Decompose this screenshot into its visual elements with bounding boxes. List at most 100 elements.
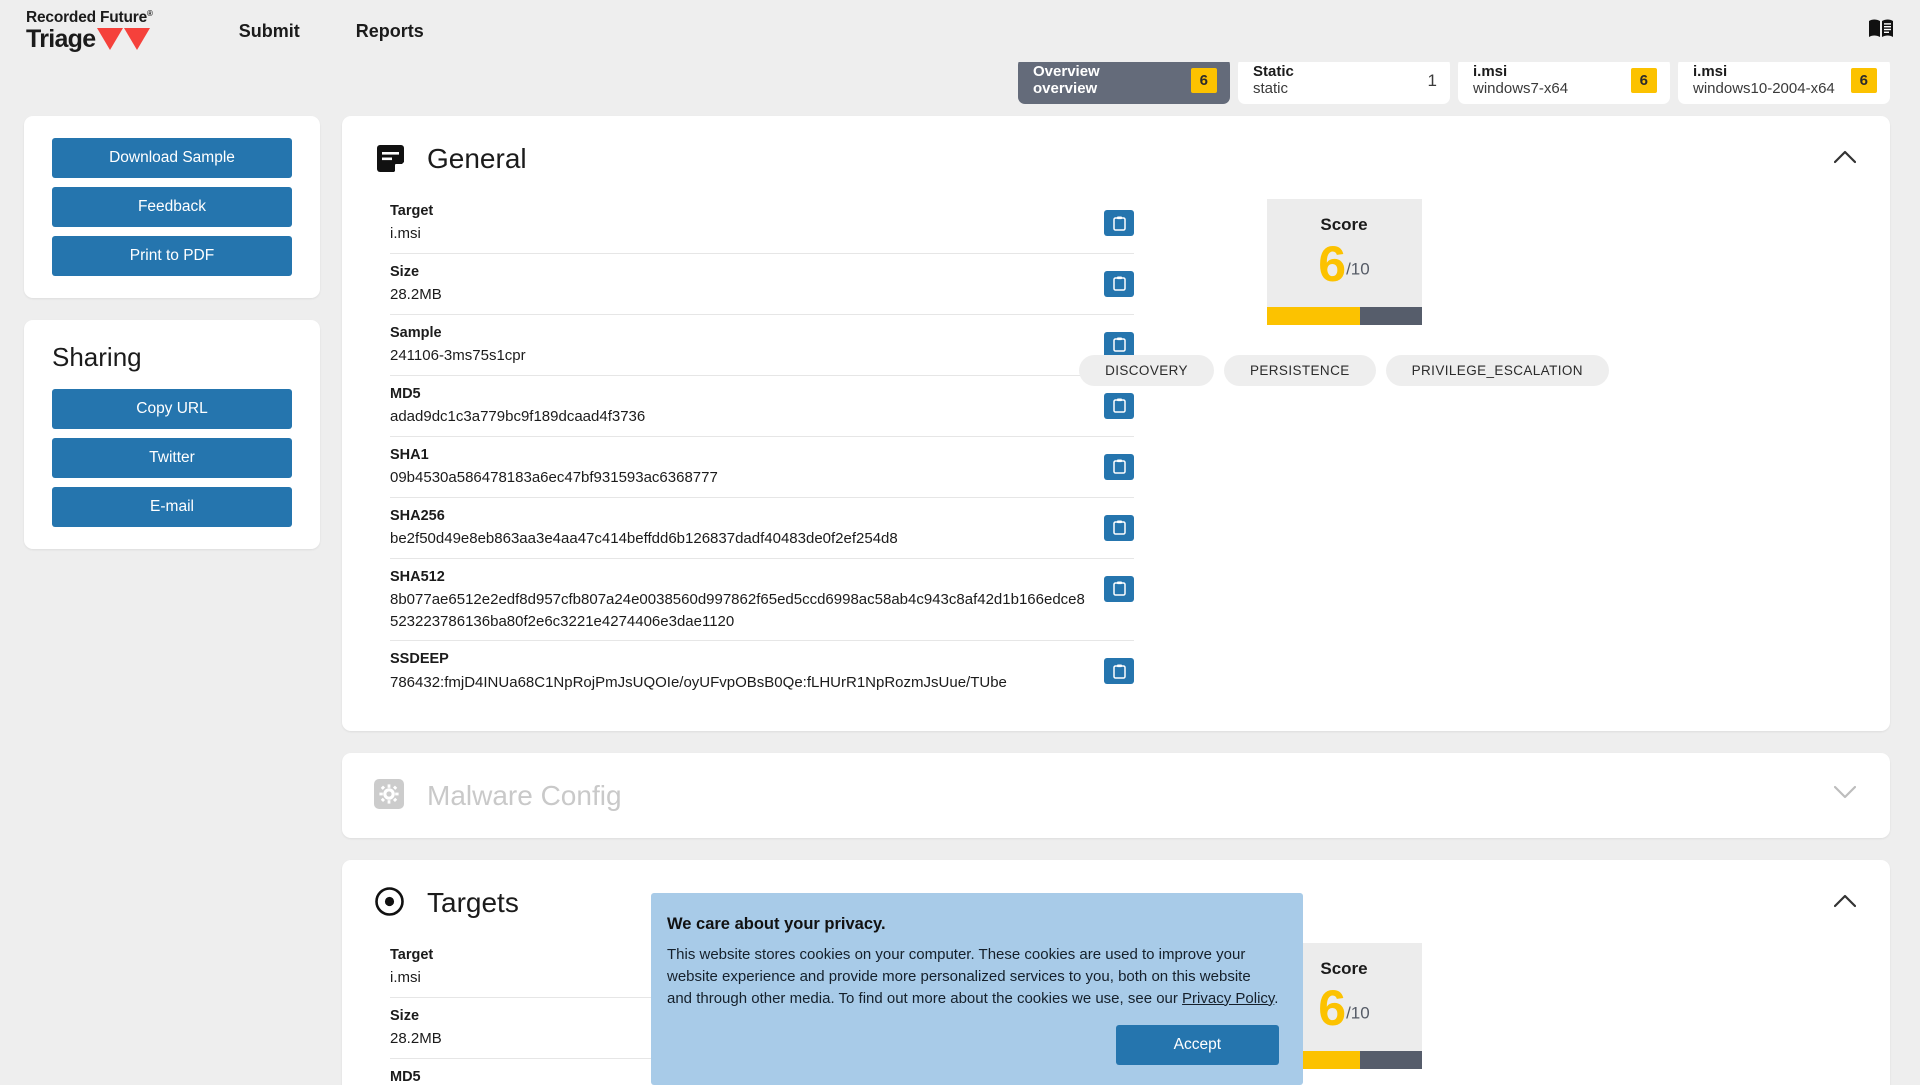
- cookie-text-after: .: [1274, 989, 1279, 1007]
- section-malware-config-title: Malware Config: [427, 779, 622, 811]
- tab-windows10-2004-x64[interactable]: i.msi windows10-2004-x64 6: [1678, 58, 1890, 104]
- privacy-policy-link[interactable]: Privacy Policy: [1182, 990, 1274, 1007]
- tab-windows10-subtitle: windows10-2004-x64: [1693, 79, 1835, 97]
- tab-overview-badge: 6: [1190, 68, 1217, 93]
- copy-target-button[interactable]: [1104, 210, 1134, 236]
- section-malware-config-expand-chevron-down-icon[interactable]: [1834, 785, 1856, 805]
- targets-score-bar-rest: [1359, 1051, 1422, 1070]
- copy-sample-button[interactable]: [1104, 331, 1134, 358]
- print-to-pdf-button[interactable]: Print to PDF: [52, 236, 292, 276]
- field-target: Target i.msi: [390, 193, 1134, 254]
- registered-mark: ®: [147, 8, 153, 18]
- score-value: 6: [1318, 236, 1347, 292]
- tab-windows7-title: i.msi: [1473, 62, 1508, 80]
- field-sha1-value: 09b4530a586478183a6ec47bf931593ac6368777: [390, 468, 718, 486]
- tab-static[interactable]: Static static 1: [1238, 58, 1450, 104]
- tab-windows10-title: i.msi: [1693, 62, 1728, 80]
- note-icon: [374, 142, 407, 175]
- cookie-text-before: This website stores cookies on your comp…: [667, 946, 1251, 1007]
- targets-field-size-label: Size: [390, 1008, 420, 1025]
- tag-persistence[interactable]: PERSISTENCE: [1223, 355, 1376, 386]
- tab-static-title: Static: [1253, 62, 1294, 80]
- tab-static-count: 1: [1427, 70, 1437, 90]
- tag-discovery[interactable]: DISCOVERY: [1079, 355, 1214, 386]
- field-sha512-label: SHA512: [390, 568, 445, 585]
- section-targets-title: Targets: [427, 886, 519, 918]
- field-md5: MD5 adad9dc1c3a779bc9f189dcaad4f3736: [390, 376, 1134, 437]
- sidebar-actions-card: Download Sample Feedback Print to PDF: [24, 116, 320, 298]
- field-sha256: SHA256 be2f50d49e8eb863aa3e4aa47c414beff…: [390, 498, 1134, 559]
- nav-link-reports[interactable]: Reports: [356, 21, 424, 42]
- target-icon: [374, 886, 407, 919]
- tab-overview[interactable]: Overview overview 6: [1018, 58, 1230, 104]
- field-ssdeep: SSDEEP 786432:fmjD4INUa68C1NpRojPmJsUQOI…: [390, 641, 1134, 701]
- targets-field-target-value: i.msi: [390, 969, 421, 987]
- targets-field-target-label: Target: [390, 947, 434, 964]
- tab-windows7-badge: 6: [1630, 68, 1657, 93]
- book-icon[interactable]: [1868, 18, 1894, 43]
- field-md5-value: adad9dc1c3a779bc9f189dcaad4f3736: [390, 408, 646, 425]
- section-targets-collapse-chevron-up-icon[interactable]: [1834, 894, 1856, 914]
- tab-static-subtitle: static: [1253, 79, 1289, 97]
- general-score-column: Score 6/10 DISCOVERY PERSISTENCE PRIVILE…: [1079, 193, 1609, 386]
- analysis-tabs: Overview overview 6 Static static 1 i.ms…: [0, 58, 1920, 104]
- nav-link-submit[interactable]: Submit: [239, 21, 300, 42]
- feedback-button[interactable]: Feedback: [52, 187, 292, 227]
- download-sample-button[interactable]: Download Sample: [52, 138, 292, 178]
- section-general-collapse-chevron-up-icon[interactable]: [1834, 150, 1856, 170]
- tab-windows7-subtitle: windows7-x64: [1473, 79, 1569, 97]
- tag-privilege-escalation[interactable]: PRIVILEGE_ESCALATION: [1385, 355, 1609, 386]
- twitter-button[interactable]: Twitter: [52, 438, 292, 478]
- logo-triangle-icon-2: [124, 28, 151, 51]
- tab-windows7-x64[interactable]: i.msi windows7-x64 6: [1458, 58, 1670, 104]
- field-size-label: Size: [390, 263, 420, 280]
- score-bar-fill: [1266, 307, 1360, 325]
- logo-triangle-icon: [97, 28, 124, 51]
- sharing-title: Sharing: [52, 342, 142, 372]
- field-size-value: 28.2MB: [390, 286, 442, 304]
- field-sha512-value: 8b077ae6512e2edf8d957cfb807a24e0038560d9…: [390, 590, 1085, 630]
- score-denominator: /10: [1346, 259, 1370, 279]
- cookie-consent-banner: We care about your privacy. This website…: [651, 893, 1303, 1085]
- score-bar: [1266, 307, 1422, 325]
- section-general-title: General: [427, 142, 527, 174]
- targets-score-denominator: /10: [1346, 1003, 1370, 1023]
- score-box: Score 6/10: [1266, 199, 1422, 325]
- field-sample-label: Sample: [390, 324, 442, 341]
- targets-score-value: 6: [1318, 980, 1347, 1037]
- field-size: Size 28.2MB: [390, 254, 1134, 315]
- section-malware-config[interactable]: Malware Config: [342, 753, 1890, 839]
- tactic-tags: DISCOVERY PERSISTENCE PRIVILEGE_ESCALATI…: [1079, 355, 1609, 386]
- field-sha1-label: SHA1: [390, 446, 429, 463]
- field-sha512: SHA512 8b077ae6512e2edf8d957cfb807a24e00…: [390, 559, 1134, 642]
- top-navigation-bar: Recorded Future® Triage Submit Reports: [0, 0, 1920, 62]
- general-fields: Target i.msi Size 28.2MB Sample 241106-3…: [374, 193, 1134, 701]
- email-button[interactable]: E-mail: [52, 487, 292, 527]
- field-ssdeep-label: SSDEEP: [390, 651, 449, 668]
- field-target-value: i.msi: [390, 225, 421, 243]
- tab-windows10-badge: 6: [1850, 68, 1877, 93]
- brand-logo[interactable]: Recorded Future® Triage: [26, 8, 153, 54]
- field-sample: Sample 241106-3ms75s1cpr: [390, 315, 1134, 376]
- field-sha1: SHA1 09b4530a586478183a6ec47bf931593ac63…: [390, 437, 1134, 498]
- cookie-accept-button[interactable]: Accept: [1115, 1025, 1279, 1066]
- sidebar: Download Sample Feedback Print to PDF Sh…: [24, 116, 320, 571]
- copy-md5-button[interactable]: [1104, 392, 1134, 419]
- gear-icon: [374, 779, 407, 812]
- tab-overview-title: Overview: [1033, 62, 1100, 80]
- copy-sha1-button[interactable]: [1104, 453, 1134, 480]
- copy-sha512-button[interactable]: [1104, 575, 1134, 602]
- copy-sha256-button[interactable]: [1104, 514, 1134, 541]
- brand-name-bottom: Triage: [26, 25, 96, 54]
- section-general: General Target i.msi Size 28.2MB Sample …: [342, 116, 1890, 732]
- cookie-banner-title: We care about your privacy.: [667, 915, 886, 933]
- copy-size-button[interactable]: [1104, 270, 1134, 297]
- targets-field-md5-label: MD5: [390, 1069, 421, 1085]
- score-bar-rest: [1359, 307, 1422, 325]
- cookie-banner-text: This website stores cookies on your comp…: [667, 944, 1279, 1009]
- copy-ssdeep-button[interactable]: [1104, 658, 1134, 685]
- field-ssdeep-value: 786432:fmjD4INUa68C1NpRojPmJsUQOIe/oyUFv…: [390, 673, 1007, 691]
- sharing-card: Sharing Copy URL Twitter E-mail: [24, 320, 320, 549]
- copy-url-button[interactable]: Copy URL: [52, 389, 292, 429]
- tab-overview-subtitle: overview: [1033, 79, 1098, 97]
